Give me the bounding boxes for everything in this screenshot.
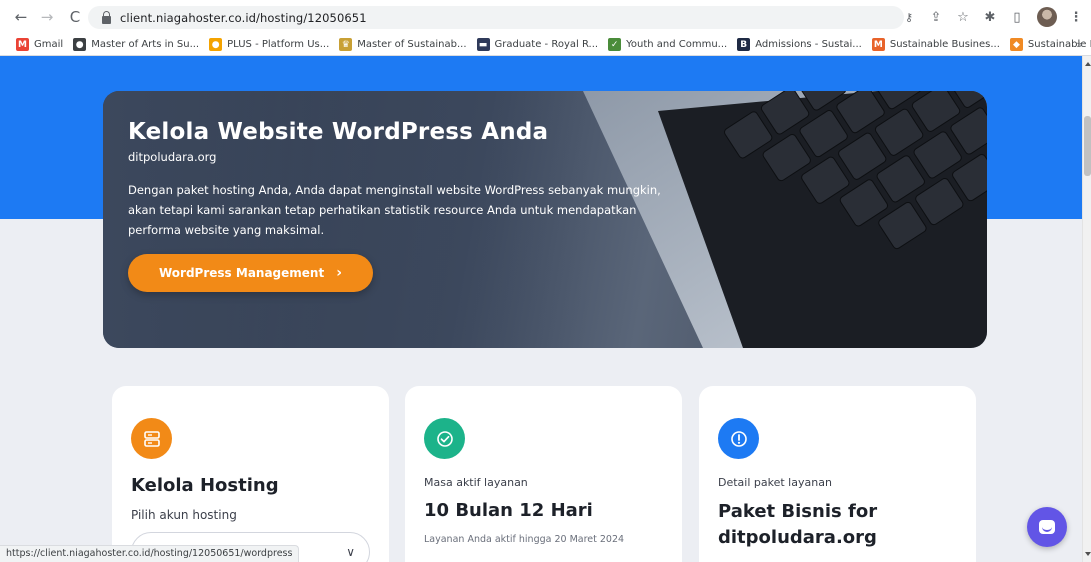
star-icon[interactable]: ☆ (956, 10, 970, 25)
hosting-card-subtitle: Pilih akun hosting (131, 508, 237, 522)
hero-description: Dengan paket hosting Anda, Anda dapat me… (128, 183, 661, 237)
hosting-card: Kelola Hosting Pilih akun hosting ∨ (112, 386, 389, 562)
sustainable-entrepreneurship-icon: ◆ (1009, 38, 1023, 51)
address-bar[interactable]: client.niagahoster.co.id/hosting/1205065… (88, 6, 904, 29)
profile-avatar-icon[interactable] (1037, 7, 1057, 27)
bookmark-item[interactable]: M Gmail (16, 38, 63, 51)
share-icon[interactable]: ⇪ (929, 10, 943, 25)
package-detail-title: Paket Bisnis for ditpoludara.org (718, 501, 878, 548)
sustainable-business-icon: M (871, 38, 885, 51)
status-bar-url: https://client.niagahoster.co.id/hosting… (0, 545, 300, 562)
gmail-icon: M (16, 38, 29, 51)
hero-domain: ditpoludara.org (128, 150, 217, 164)
admissions-icon: B (737, 38, 751, 51)
key-icon[interactable]: ⚷ (902, 10, 916, 24)
globe-icon: ● (73, 38, 87, 51)
bookmarks-overflow-icon[interactable]: » (1076, 38, 1083, 51)
bookmark-item[interactable]: M Sustainable Busines... (871, 38, 1000, 51)
page-scrollbar[interactable] (1082, 56, 1091, 562)
active-period-label: Masa aktif layanan (424, 476, 528, 489)
browser-actions: ⚷ ⇪ ☆ ✱ ▯ ⋮ (902, 6, 1091, 28)
chat-bubble-icon (1039, 520, 1055, 534)
bookmark-label: Gmail (34, 39, 64, 50)
server-icon (131, 418, 172, 459)
bookmark-label: Master of Arts in Su... (91, 39, 200, 50)
url-text[interactable]: client.niagahoster.co.id/hosting/1205065… (120, 11, 367, 25)
bookmark-item[interactable]: ▬ Graduate - Royal R... (476, 38, 599, 51)
page-content: Kelola Website WordPress Anda ditpoludar… (0, 56, 1082, 562)
bookmark-label: Master of Sustainab... (357, 39, 467, 50)
university-crest-icon: ♛ (339, 38, 353, 51)
bookmark-item[interactable]: ● PLUS - Platform Us... (209, 38, 329, 51)
package-detail-card: Detail paket layanan Paket Bisnis for di… (699, 386, 976, 562)
chevron-down-icon: ∨ (346, 545, 355, 559)
bookmark-item[interactable]: ● Master of Arts in Su... (73, 38, 199, 51)
bookmark-item[interactable]: B Admissions - Sustai... (737, 38, 862, 51)
bookmark-item[interactable]: ✓ Youth and Commu... (608, 38, 727, 51)
active-period-value: 10 Bulan 12 Hari (424, 500, 593, 521)
check-circle-icon (424, 418, 465, 459)
scroll-down-arrow-icon[interactable] (1085, 552, 1091, 556)
check-circle-icon: ✓ (608, 38, 622, 51)
back-arrow-icon[interactable]: ← (12, 8, 30, 26)
wordpress-management-button[interactable]: WordPress Management › (128, 254, 373, 292)
royal-roads-icon: ▬ (476, 38, 490, 51)
live-chat-button[interactable] (1027, 507, 1067, 547)
bookmark-label: Graduate - Royal R... (494, 39, 599, 50)
forward-arrow-icon[interactable]: → (38, 8, 56, 26)
browser-toolbar: ← → C client.niagahoster.co.id/hosting/1… (0, 0, 1091, 34)
bookmark-label: Admissions - Sustai... (755, 39, 862, 50)
chevron-right-icon: › (336, 265, 342, 281)
info-circle-icon (718, 418, 759, 459)
wordpress-management-label: WordPress Management (159, 266, 325, 280)
active-period-note: Layanan Anda aktif hingga 20 Maret 2024 (424, 534, 625, 545)
hosting-card-title: Kelola Hosting (131, 475, 279, 496)
scroll-thumb[interactable] (1084, 116, 1091, 176)
active-period-card: Masa aktif layanan 10 Bulan 12 Hari Laya… (405, 386, 682, 562)
bookmark-label: Sustainable Busines... (889, 39, 1000, 50)
lock-icon[interactable] (102, 10, 111, 24)
bookmark-item[interactable]: ♛ Master of Sustainab... (339, 38, 467, 51)
extensions-icon[interactable]: ✱ (983, 10, 997, 25)
hero-title: Kelola Website WordPress Anda (128, 119, 549, 145)
package-detail-label: Detail paket layanan (718, 476, 832, 489)
sidebar-icon[interactable]: ▯ (1010, 10, 1024, 25)
bookmarks-bar: M Gmail ● Master of Arts in Su... ● PLUS - Pl… (0, 34, 1091, 56)
menu-dots-icon[interactable]: ⋮ (1069, 10, 1083, 25)
scroll-up-arrow-icon[interactable] (1085, 62, 1091, 66)
bookmark-label: Youth and Commu... (626, 39, 728, 50)
hero-banner: Kelola Website WordPress Anda ditpoludar… (103, 91, 987, 348)
plus-platform-icon: ● (209, 38, 223, 51)
bookmark-label: PLUS - Platform Us... (227, 39, 330, 50)
reload-icon[interactable]: C (66, 8, 84, 26)
